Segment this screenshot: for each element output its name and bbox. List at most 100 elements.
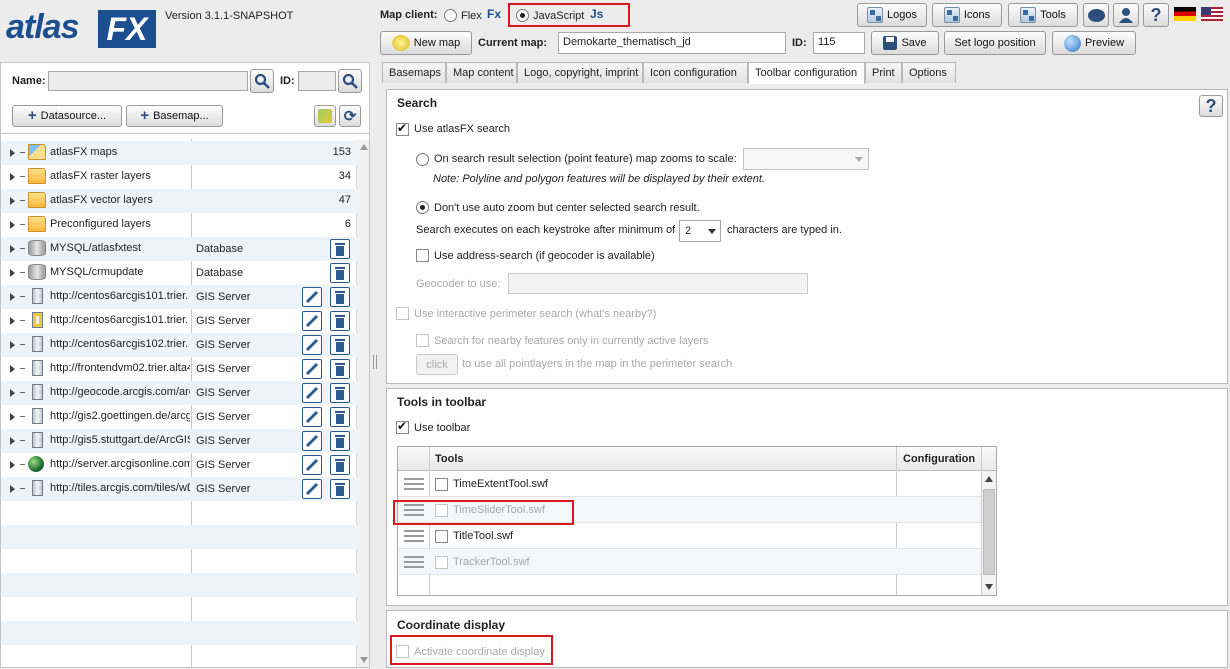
edit-legend-button[interactable] bbox=[314, 105, 336, 127]
configuration-column-header[interactable]: Configuration bbox=[903, 453, 975, 465]
scroll-down-arrow-icon[interactable] bbox=[985, 584, 993, 590]
tool-row[interactable]: TrackerTool.swf bbox=[398, 549, 981, 575]
user-button[interactable] bbox=[1113, 3, 1139, 27]
tab-logo-copyright-imprint[interactable]: Logo, copyright, imprint bbox=[517, 62, 643, 83]
tab-icon-configuration[interactable]: Icon configuration bbox=[643, 62, 748, 83]
tree-row[interactable]: atlasFX maps 153 bbox=[1, 141, 357, 165]
trash-icon[interactable] bbox=[330, 455, 350, 475]
tab-map-content[interactable]: Map content bbox=[446, 62, 517, 83]
perimeter-search-checkbox[interactable] bbox=[396, 307, 409, 320]
tree-row[interactable]: http://gis5.stuttgart.de/ArcGIS GIS Serve… bbox=[1, 429, 357, 453]
chat-button[interactable] bbox=[1083, 3, 1109, 27]
current-map-input[interactable]: Demokarte_thematisch_jd bbox=[558, 32, 786, 54]
trash-icon[interactable] bbox=[330, 311, 350, 331]
scroll-up-arrow-icon[interactable] bbox=[985, 476, 993, 482]
address-search-checkbox[interactable] bbox=[416, 249, 429, 262]
add-basemap-button[interactable]: + Basemap... bbox=[126, 105, 223, 127]
tool-enable-checkbox[interactable] bbox=[435, 530, 448, 543]
nearby-active-checkbox[interactable] bbox=[416, 334, 429, 347]
coordinate-display-checkbox[interactable] bbox=[396, 645, 409, 658]
new-map-button[interactable]: New map bbox=[380, 31, 472, 55]
tool-row[interactable]: TimeSliderTool.swf bbox=[398, 497, 981, 523]
trash-icon[interactable] bbox=[330, 359, 350, 379]
use-toolbar-checkbox[interactable] bbox=[396, 419, 409, 434]
expand-arrow-icon[interactable] bbox=[10, 341, 15, 349]
trash-icon[interactable] bbox=[330, 407, 350, 427]
tree-row[interactable]: atlasFX vector layers 47 bbox=[1, 189, 357, 213]
tree-row[interactable]: http://centos6arcgis102.trier. GIS Server bbox=[1, 333, 357, 357]
drag-handle-icon[interactable] bbox=[404, 504, 424, 516]
map-id-input[interactable]: 115 bbox=[813, 32, 865, 54]
trash-icon[interactable] bbox=[330, 239, 350, 259]
tools-grid-scrollbar[interactable] bbox=[981, 471, 996, 595]
edit-pencil-icon[interactable] bbox=[302, 431, 322, 451]
trash-icon[interactable] bbox=[330, 383, 350, 403]
expand-arrow-icon[interactable] bbox=[10, 197, 15, 205]
scale-select[interactable] bbox=[743, 148, 869, 170]
tree-row[interactable]: http://server.arcgisonline.com GIS Server bbox=[1, 453, 357, 477]
edit-pencil-icon[interactable] bbox=[302, 455, 322, 475]
trash-icon[interactable] bbox=[330, 263, 350, 283]
tree-row[interactable]: http://frontendvm02.trier.alta4 GIS Serve… bbox=[1, 357, 357, 381]
min-characters-select[interactable]: 2 bbox=[679, 220, 721, 242]
edit-pencil-icon[interactable] bbox=[302, 311, 322, 331]
edit-pencil-icon[interactable] bbox=[302, 407, 322, 427]
expand-arrow-icon[interactable] bbox=[10, 365, 15, 373]
logos-button[interactable]: Logos bbox=[857, 3, 927, 27]
save-button[interactable]: Save bbox=[871, 31, 939, 55]
tool-row[interactable]: TimeExtentTool.swf bbox=[398, 471, 981, 497]
trash-icon[interactable] bbox=[330, 335, 350, 355]
edit-pencil-icon[interactable] bbox=[302, 383, 322, 403]
tree-row[interactable]: MYSQL/crmupdate Database bbox=[1, 261, 357, 285]
flex-radio[interactable] bbox=[444, 9, 457, 22]
expand-arrow-icon[interactable] bbox=[10, 413, 15, 421]
tree-row[interactable]: Preconfigured layers 6 bbox=[1, 213, 357, 237]
tree-row[interactable]: http://geocode.arcgis.com/arc GIS Server bbox=[1, 381, 357, 405]
tree-row[interactable]: http://centos6arcgis101.trier. GIS Server bbox=[1, 285, 357, 309]
zoom-to-scale-radio[interactable] bbox=[416, 153, 429, 166]
add-datasource-button[interactable]: + Datasource... bbox=[12, 105, 122, 127]
tools-button[interactable]: Tools bbox=[1008, 3, 1078, 27]
use-search-checkbox[interactable] bbox=[396, 121, 409, 136]
expand-arrow-icon[interactable] bbox=[10, 437, 15, 445]
tab-basemaps[interactable]: Basemaps bbox=[382, 62, 446, 83]
drag-handle-icon[interactable] bbox=[404, 556, 424, 568]
expand-arrow-icon[interactable] bbox=[10, 485, 15, 493]
center-result-radio[interactable] bbox=[416, 201, 429, 214]
german-flag-icon[interactable] bbox=[1174, 7, 1196, 21]
expand-arrow-icon[interactable] bbox=[10, 293, 15, 301]
click-pointlayers-button[interactable]: click bbox=[416, 354, 458, 375]
name-search-button[interactable] bbox=[250, 69, 274, 93]
tree-row[interactable]: http://gis2.goettingen.de/arcg GIS Server bbox=[1, 405, 357, 429]
tree-row[interactable]: atlasFX raster layers 34 bbox=[1, 165, 357, 189]
id-search-button[interactable] bbox=[338, 69, 362, 93]
icons-button[interactable]: Icons bbox=[932, 3, 1002, 27]
expand-arrow-icon[interactable] bbox=[10, 389, 15, 397]
tab-print[interactable]: Print bbox=[865, 62, 902, 83]
tool-enable-checkbox[interactable] bbox=[435, 504, 448, 517]
id-filter-input[interactable] bbox=[298, 71, 336, 91]
scroll-down-arrow-icon[interactable] bbox=[360, 657, 368, 663]
edit-pencil-icon[interactable] bbox=[302, 335, 322, 355]
edit-pencil-icon[interactable] bbox=[302, 287, 322, 307]
refresh-button[interactable]: ⟳ bbox=[339, 105, 361, 127]
drag-handle-icon[interactable] bbox=[404, 478, 424, 490]
tool-enable-checkbox[interactable] bbox=[435, 556, 448, 569]
us-flag-icon[interactable] bbox=[1201, 7, 1223, 21]
expand-arrow-icon[interactable] bbox=[10, 269, 15, 277]
help-button[interactable]: ? bbox=[1199, 95, 1223, 117]
geocoder-input[interactable] bbox=[508, 273, 808, 294]
tab-options[interactable]: Options bbox=[902, 62, 956, 83]
expand-arrow-icon[interactable] bbox=[10, 173, 15, 181]
set-logo-position-button[interactable]: Set logo position bbox=[944, 31, 1046, 55]
help-button[interactable]: ? bbox=[1143, 3, 1169, 27]
preview-button[interactable]: Preview bbox=[1052, 31, 1136, 55]
expand-arrow-icon[interactable] bbox=[10, 317, 15, 325]
edit-pencil-icon[interactable] bbox=[302, 479, 322, 499]
tree-scrollbar[interactable] bbox=[356, 140, 369, 667]
tool-enable-checkbox[interactable] bbox=[435, 478, 448, 491]
tab-toolbar-configuration[interactable]: Toolbar configuration bbox=[748, 62, 865, 84]
trash-icon[interactable] bbox=[330, 479, 350, 499]
scrollbar-thumb[interactable] bbox=[983, 489, 995, 575]
trash-icon[interactable] bbox=[330, 431, 350, 451]
